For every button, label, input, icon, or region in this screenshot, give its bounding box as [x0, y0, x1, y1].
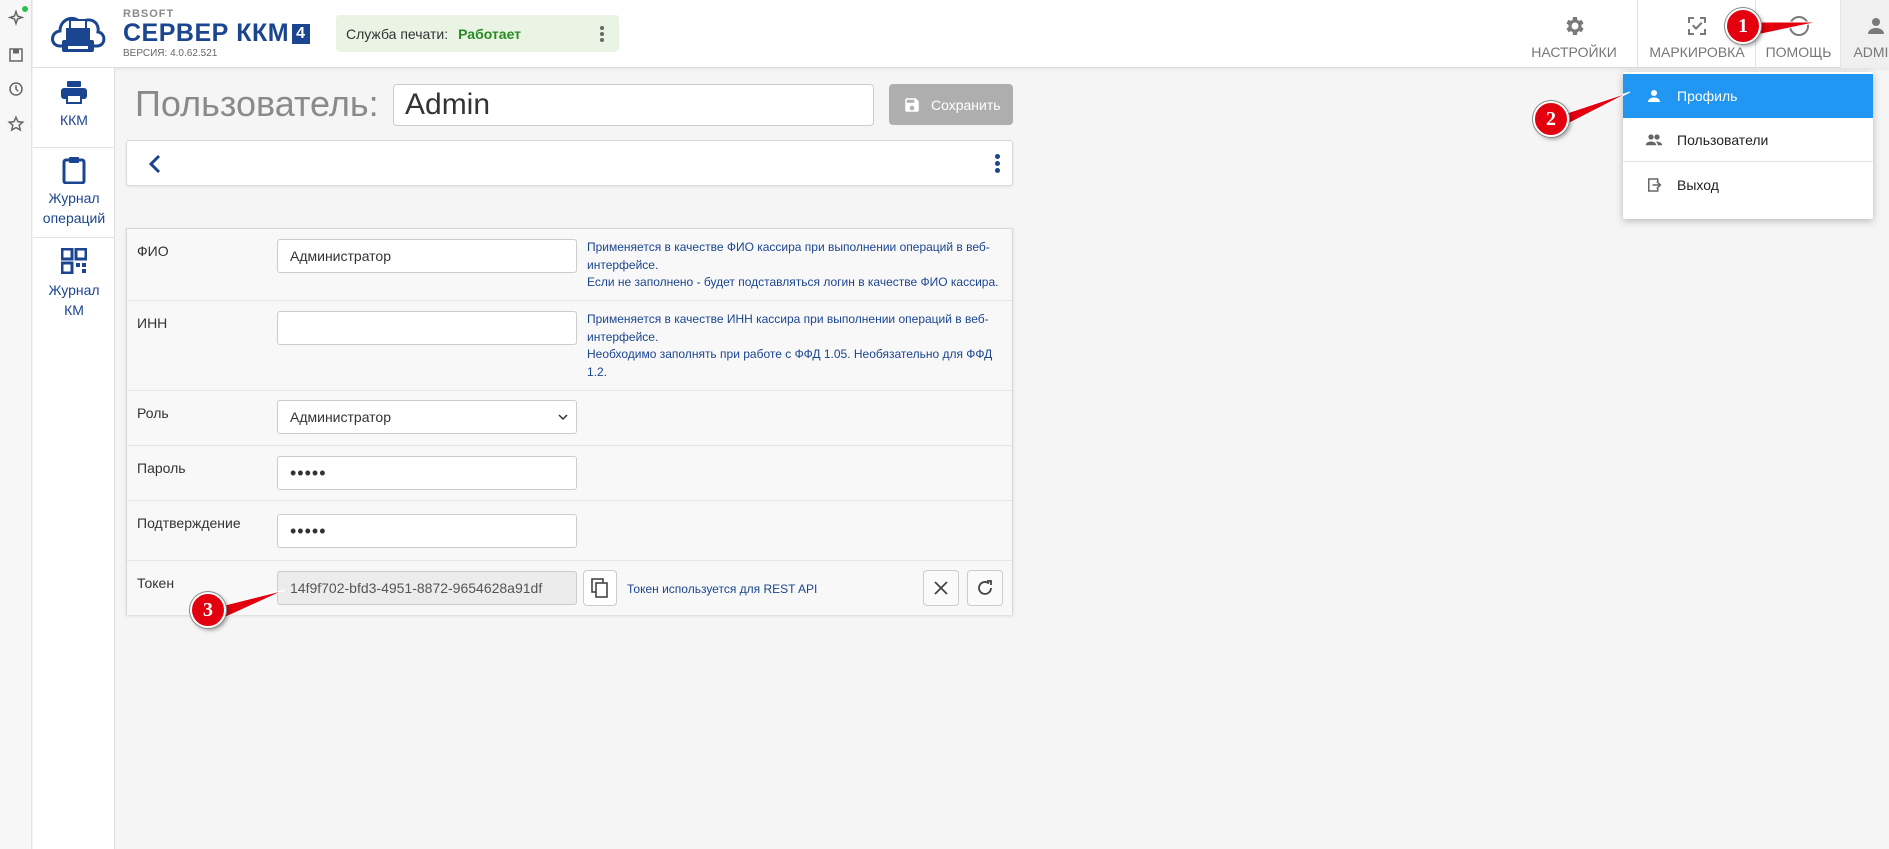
copy-icon	[591, 578, 608, 598]
help-icon	[1788, 16, 1809, 36]
print-service-status: Служба печати: Работает	[336, 15, 619, 52]
side-navigation: ККМ Журнал операций Журнал КМ	[33, 68, 115, 849]
annotation-badge-1: 1	[1725, 8, 1761, 44]
form-row-confirm: Подтверждение •••••	[127, 501, 1012, 561]
sidenav-item-kkm[interactable]: ККМ	[33, 68, 115, 148]
save-button[interactable]: Сохранить	[889, 84, 1013, 125]
nav-settings-label: НАСТРОЙКИ	[1531, 44, 1617, 60]
menu-item-profile[interactable]: Профиль	[1623, 74, 1873, 118]
role-select[interactable]: Администратор	[277, 400, 577, 434]
save-button-label: Сохранить	[931, 96, 1001, 113]
print-service-menu-icon[interactable]	[599, 24, 605, 44]
star-icon[interactable]	[7, 115, 25, 133]
users-icon	[1645, 133, 1663, 145]
form-row-role: Роль Администратор	[127, 391, 1012, 446]
chevron-left-icon[interactable]	[145, 153, 165, 175]
history-icon[interactable]	[7, 80, 25, 98]
printer-icon	[61, 81, 87, 104]
sidenav-kkm-label: ККМ	[60, 112, 88, 128]
chevron-down-icon	[558, 414, 568, 421]
sidenav-km-label-2: КМ	[64, 302, 84, 318]
username-input[interactable]	[393, 84, 874, 126]
nav-settings[interactable]: НАСТРОЙКИ	[1511, 0, 1638, 68]
menu-logout-label: Выход	[1677, 177, 1719, 193]
confirm-password-input[interactable]: •••••	[277, 514, 577, 548]
sidenav-item-km[interactable]: Журнал КМ	[33, 238, 115, 338]
sparkle-icon[interactable]	[7, 10, 25, 28]
qr-code-icon	[61, 248, 87, 274]
fio-hint: Применяется в качестве ФИО кассира при в…	[587, 239, 1007, 292]
fio-label: ФИО	[137, 243, 169, 259]
menu-item-logout[interactable]: Выход	[1623, 163, 1873, 207]
token-field[interactable]: 14f9f702-bfd3-4951-8872-9654628a91df	[277, 571, 577, 605]
brand-block: RBSOFT СЕРВЕР ККМ 4 ВЕРСИЯ: 4.0.62.521	[123, 9, 310, 59]
role-label: Роль	[137, 405, 169, 421]
inn-hint: Применяется в качестве ИНН кассира при в…	[587, 311, 1007, 381]
inn-input[interactable]	[277, 311, 577, 345]
sidenav-km-label-1: Журнал	[48, 282, 100, 298]
gear-icon	[1566, 17, 1584, 35]
fio-hint-line-2: Если не заполнено - будет подставляться …	[587, 275, 999, 289]
user-icon	[1868, 18, 1884, 34]
sidenav-journal-label-1: Журнал	[48, 190, 100, 206]
refresh-token-button[interactable]	[967, 570, 1003, 606]
more-vertical-icon[interactable]	[994, 152, 1000, 176]
menu-users-label: Пользователи	[1677, 131, 1769, 148]
clear-token-button[interactable]	[923, 570, 959, 606]
role-select-value: Администратор	[290, 409, 392, 425]
form-row-token: Токен 14f9f702-bfd3-4951-8872-9654628a91…	[127, 561, 1012, 615]
inn-hint-line-1: Применяется в качестве ИНН кассира при в…	[587, 312, 989, 344]
user-icon	[1648, 90, 1660, 102]
nav-help-label: ПОМОЩЬ	[1765, 44, 1832, 60]
menu-profile-label: Профиль	[1677, 88, 1738, 104]
close-icon	[934, 581, 948, 595]
print-service-state: Работает	[458, 25, 522, 42]
fio-hint-line-1: Применяется в качестве ФИО кассира при в…	[587, 240, 990, 272]
inn-label: ИНН	[137, 315, 168, 331]
nav-help[interactable]: ПОМОЩЬ	[1757, 0, 1841, 68]
brand-version-badge: 4	[292, 24, 310, 44]
brand-product-name: СЕРВЕР ККМ	[123, 19, 290, 47]
form-row-fio: ФИО Администратор Применяется в качестве…	[127, 229, 1012, 301]
user-dropdown-menu: Профиль Пользователи Выход	[1623, 72, 1873, 219]
sidenav-journal-label-2: операций	[42, 210, 106, 226]
token-label: Токен	[137, 575, 175, 591]
brand-product: СЕРВЕР ККМ 4	[123, 20, 310, 46]
logout-icon	[1648, 178, 1662, 192]
scan-check-icon	[1688, 17, 1706, 35]
browser-side-strip	[0, 0, 32, 849]
nav-admin[interactable]: ADMIN	[1841, 0, 1889, 68]
user-form: ФИО Администратор Применяется в качестве…	[126, 228, 1013, 615]
print-service-label: Служба печати:	[346, 25, 449, 42]
cloud-printer-logo-icon[interactable]	[48, 6, 108, 60]
page-toolbar	[126, 140, 1013, 186]
password-label: Пароль	[137, 460, 186, 476]
copy-token-button[interactable]	[583, 570, 617, 606]
annotation-badge-3: 3	[190, 592, 226, 628]
password-input[interactable]: •••••	[277, 456, 577, 490]
page-title: Пользователь:	[135, 83, 379, 124]
confirm-label: Подтверждение	[137, 515, 241, 531]
nav-marking-label: МАРКИРОВКА	[1649, 44, 1745, 60]
form-row-password: Пароль •••••	[127, 446, 1012, 501]
app-header: RBSOFT СЕРВЕР ККМ 4 ВЕРСИЯ: 4.0.62.521 Сл…	[33, 0, 1889, 68]
sidenav-item-journal[interactable]: Журнал операций	[33, 148, 115, 238]
refresh-icon	[978, 580, 992, 595]
floppy-disk-icon	[905, 97, 919, 112]
annotation-badge-2: 2	[1533, 101, 1569, 137]
menu-item-users[interactable]: Пользователи	[1623, 118, 1873, 162]
save-page-icon[interactable]	[7, 46, 25, 64]
inn-hint-line-2: Необходимо заполнять при работе с ФФД 1.…	[587, 347, 993, 379]
nav-admin-label: ADMIN	[1853, 44, 1889, 60]
form-row-inn: ИНН Применяется в качестве ИНН кассира п…	[127, 301, 1012, 391]
clipboard-icon	[62, 157, 86, 184]
version-text: ВЕРСИЯ: 4.0.62.521	[123, 48, 218, 59]
fio-input[interactable]: Администратор	[277, 239, 577, 273]
